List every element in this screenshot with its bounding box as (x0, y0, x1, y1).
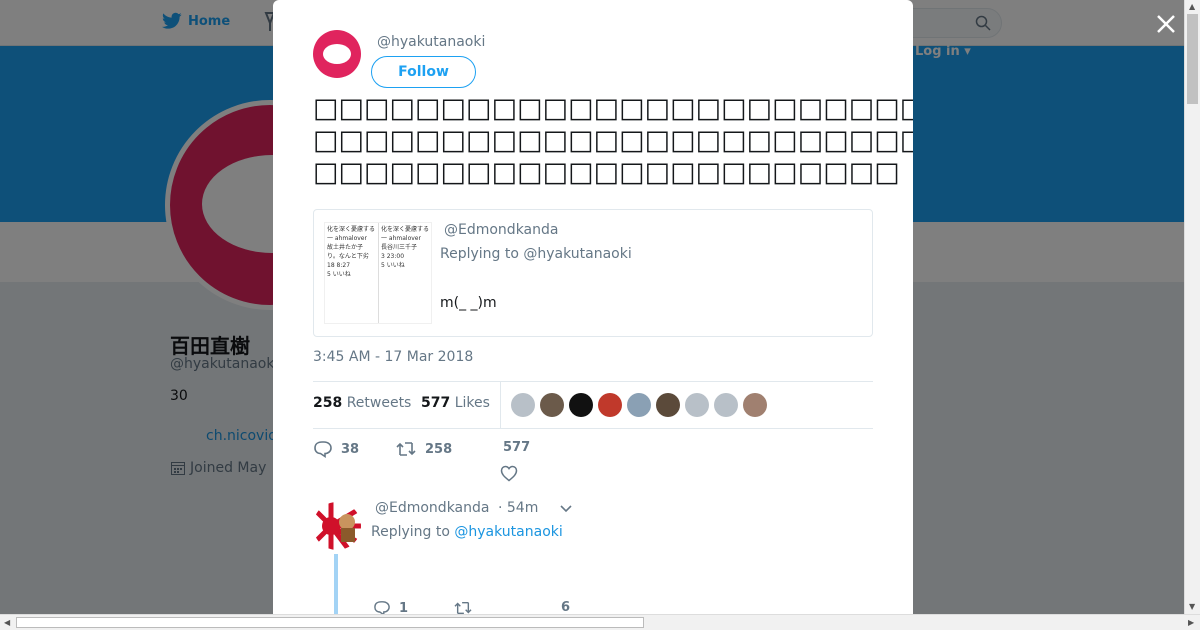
thumbnail-column-1: 化を深く憂慮する一 ahmalover 故土井たか子 り。なんと下劣 18 8:… (325, 223, 379, 323)
scroll-down-icon[interactable]: ▼ (1189, 602, 1195, 611)
reply-like-count[interactable]: 6 (561, 600, 570, 614)
liker-avatar[interactable] (569, 393, 593, 417)
reply-time[interactable]: · 54m (498, 500, 538, 516)
likes-stat-label: Likes (454, 395, 490, 411)
rising-sun-avatar-icon (313, 502, 361, 550)
author-handle[interactable]: @hyakutanaoki (377, 34, 485, 50)
liker-avatar[interactable] (656, 393, 680, 417)
reply-reply-count: 1 (399, 600, 409, 615)
reply-icon (374, 601, 390, 614)
chevron-down-icon[interactable] (559, 503, 573, 515)
reply-action[interactable]: 38 (313, 440, 359, 458)
reply-replying-to: Replying to @hyakutanaoki (371, 524, 563, 540)
vertical-scrollbar-thumb[interactable] (1187, 14, 1198, 104)
reply-icon (314, 441, 332, 458)
liker-avatar[interactable] (511, 393, 535, 417)
thumbnail-column-2: 化を深く憂慮する一 ahmalover 長谷川三千子 3 23:00 5 いいね (381, 226, 430, 269)
scroll-up-icon[interactable]: ▲ (1189, 2, 1195, 11)
likes-stat[interactable]: 577 Likes (421, 395, 490, 411)
heart-icon[interactable] (500, 465, 518, 482)
retweet-icon (396, 442, 416, 456)
liker-avatars (511, 393, 767, 417)
tweet-timestamp[interactable]: 3:45 AM - 17 Mar 2018 (313, 349, 473, 365)
reply-replying-label: Replying to (371, 524, 450, 540)
retweets-stat-label: Retweets (346, 395, 412, 411)
author-avatar[interactable] (313, 30, 361, 78)
follow-button[interactable]: Follow (371, 56, 476, 88)
liker-avatar[interactable] (685, 393, 709, 417)
close-icon[interactable] (1154, 12, 1178, 36)
retweet-action[interactable]: 258 (395, 440, 452, 458)
tweet-modal: @hyakutanaoki Follow □□□□□□□□□□□□□□□□□□□… (273, 0, 913, 614)
horizontal-scrollbar-thumb[interactable] (16, 617, 644, 628)
reply-author-handle[interactable]: @Edmondkanda (375, 500, 489, 516)
reply-replying-handle[interactable]: @hyakutanaoki (454, 524, 562, 540)
quoted-tweet-card[interactable]: 化を深く憂慮する一 ahmalover 故土井たか子 り。なんと下劣 18 8:… (313, 209, 873, 337)
retweets-stat-count: 258 (313, 395, 343, 411)
quoted-tweet-handle: @Edmondkanda (444, 222, 559, 238)
retweets-stat[interactable]: 258 Retweets (313, 395, 411, 411)
reply-reply-action[interactable]: 1 (373, 600, 408, 614)
tweet-actions: 38 258 577 (313, 440, 873, 490)
liker-avatar[interactable] (743, 393, 767, 417)
quoted-tweet-replying-to: Replying to @hyakutanaoki (440, 246, 632, 262)
horizontal-scrollbar[interactable]: ◀ ▶ (0, 614, 1200, 630)
liker-avatar[interactable] (627, 393, 651, 417)
reply-author-avatar[interactable] (313, 502, 361, 550)
quoted-tweet-thumbnail: 化を深く憂慮する一 ahmalover 故土井たか子 り。なんと下劣 18 8:… (324, 222, 432, 324)
scroll-right-icon[interactable]: ▶ (1188, 618, 1194, 627)
vertical-scrollbar[interactable]: ▲ ▼ (1184, 0, 1200, 614)
reply-count: 38 (341, 441, 360, 457)
thread-line (334, 554, 338, 614)
retweet-count: 258 (425, 441, 453, 457)
like-count-label: 577 (503, 440, 531, 455)
retweet-icon[interactable] (453, 600, 473, 614)
liker-avatar[interactable] (598, 393, 622, 417)
likes-stat-count: 577 (421, 395, 451, 411)
stats-divider (500, 382, 501, 428)
scroll-left-icon[interactable]: ◀ (4, 618, 10, 627)
liker-avatar[interactable] (714, 393, 738, 417)
tweet-stats: 258 Retweets 577 Likes (313, 381, 873, 429)
liker-avatar[interactable] (540, 393, 564, 417)
quoted-tweet-text: m(_ _)m (440, 295, 497, 311)
tweet-text: □□□□□□□□□□□□□□□□□□□□□□□□ □□□□□□□□□□□□□□□□… (313, 93, 913, 188)
